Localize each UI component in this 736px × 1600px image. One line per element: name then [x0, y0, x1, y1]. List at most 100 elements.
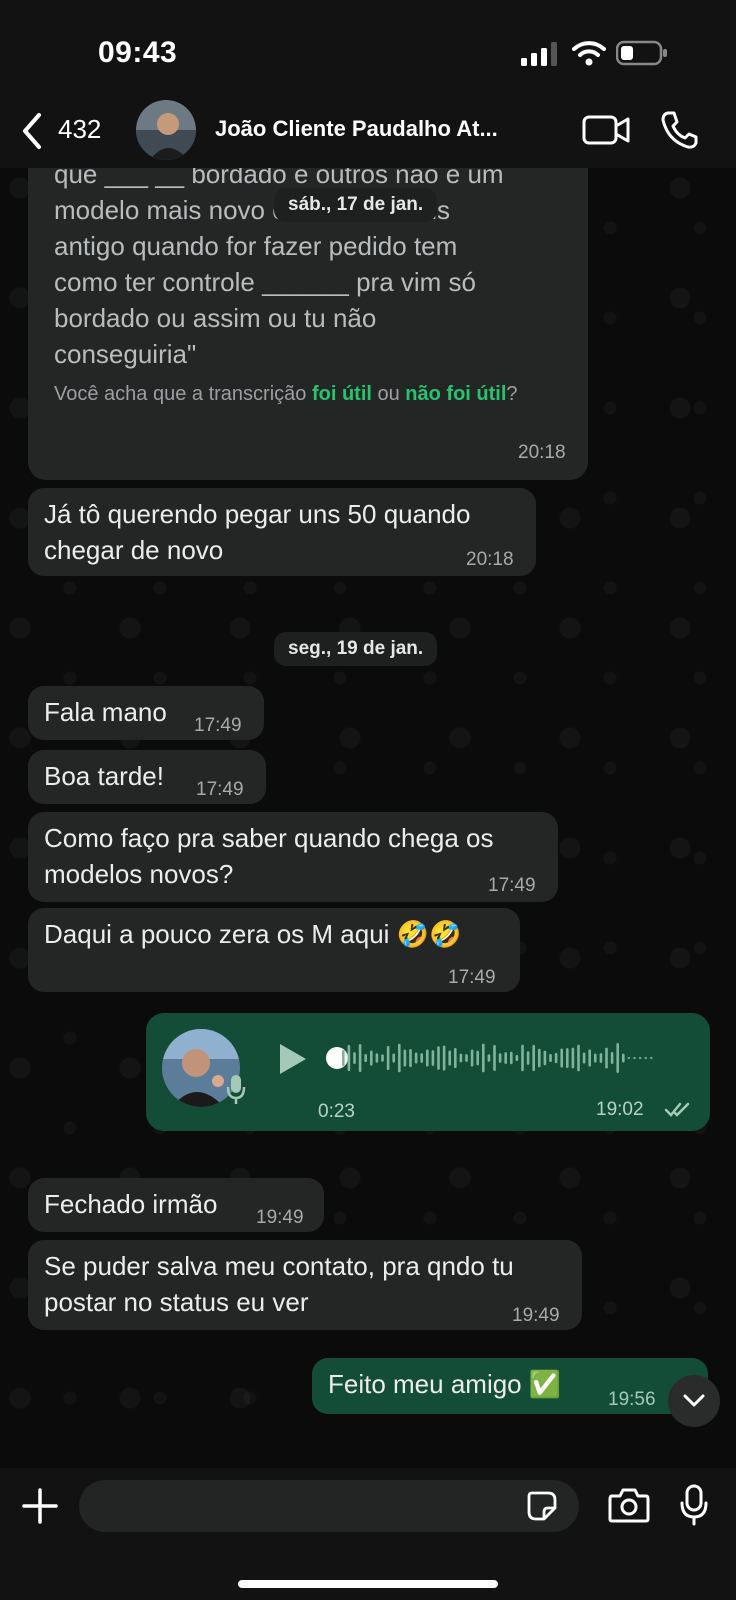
waveform-bar [498, 1053, 502, 1063]
message-bubble[interactable]: Daqui a pouco zera os M aqui 🤣🤣 17:49 [28, 908, 520, 992]
camera-icon[interactable] [608, 1486, 650, 1524]
message-text: Já tô querendo pegar uns 50 quando chega… [44, 499, 471, 565]
waveform-bar [353, 1052, 356, 1064]
message-bubble[interactable]: Feito meu amigo ✅ 19:56 [312, 1358, 708, 1414]
message-bubble[interactable]: Se puder salva meu contato, pra qndo tu … [28, 1240, 582, 1330]
message-bubble[interactable]: Já tô querendo pegar uns 50 quando chega… [28, 488, 536, 576]
waveform-bar [442, 1045, 446, 1071]
waveform-bar [342, 1050, 345, 1066]
waveform-bar [594, 1053, 597, 1063]
waveform-bar [610, 1052, 614, 1064]
message-time: 19:49 [512, 1305, 560, 1326]
feedback-not-useful-link[interactable]: não foi útil [405, 383, 506, 405]
date-chip: seg., 19 de jan. [274, 632, 438, 666]
waveform-bar [448, 1050, 451, 1066]
waveform-bar [622, 1053, 625, 1063]
feedback-useful-link[interactable]: foi útil [312, 383, 372, 405]
waveform-bar [375, 1053, 379, 1063]
waveform-bar [504, 1052, 507, 1064]
plus-icon[interactable] [22, 1488, 58, 1524]
scroll-to-bottom-button[interactable] [668, 1375, 720, 1427]
waveform-bar [482, 1043, 485, 1073]
unread-count[interactable]: 432 [58, 114, 101, 145]
message-time: 19:56 [608, 1389, 656, 1410]
contact-name[interactable]: João Cliente Paudalho At... [215, 116, 535, 142]
phone-icon[interactable] [660, 110, 698, 150]
message-bubble[interactable]: Como faço pra saber quando chega os mode… [28, 812, 558, 902]
home-indicator [238, 1580, 498, 1588]
message-time: 19:49 [256, 1207, 304, 1228]
waveform-bar [386, 1045, 390, 1071]
waveform-bar [515, 1054, 519, 1062]
waveform-bar [431, 1050, 435, 1066]
transcription-feedback: Você acha que a transcrição foi útil ou … [54, 383, 518, 405]
message-bubble[interactable]: Fechado irmão 19:49 [28, 1178, 324, 1232]
cellular-signal-icon [521, 42, 557, 66]
chat-area[interactable]: que ___ __ bordado e outros não é um mod… [0, 168, 736, 1468]
waveform-bar [493, 1045, 496, 1071]
waveform-bar [571, 1047, 575, 1069]
voice-duration: 0:23 [318, 1101, 355, 1122]
waveform-bar [470, 1049, 474, 1067]
message-time: 17:49 [488, 875, 536, 896]
message-bubble[interactable]: Boa tarde! 17:49 [28, 750, 266, 804]
sticker-icon[interactable] [526, 1490, 558, 1522]
double-check-icon [664, 1102, 690, 1117]
message-text: Fechado irmão [44, 1189, 218, 1219]
message-time: 17:49 [196, 779, 244, 800]
waveform-bar [588, 1049, 591, 1067]
message-text: Fala mano [44, 697, 167, 727]
back-chevron-icon[interactable] [20, 112, 44, 150]
waveform-bar [638, 1057, 642, 1059]
waveform-bar [398, 1043, 401, 1073]
waveform-bar [549, 1053, 552, 1063]
chevron-down-icon [683, 1394, 705, 1407]
message-bubble[interactable]: Fala mano 17:49 [28, 686, 264, 740]
waveform-bar [426, 1049, 429, 1067]
waveform-bar [454, 1047, 457, 1069]
message-text: Feito meu amigo ✅ [328, 1369, 562, 1399]
message-text: Boa tarde! [44, 761, 164, 791]
waveform-bar [577, 1044, 580, 1072]
waveform-bar [364, 1053, 367, 1063]
wifi-icon [572, 41, 606, 66]
waveform-bar [420, 1053, 423, 1063]
audio-waveform[interactable] [332, 1033, 672, 1083]
message-input[interactable] [79, 1480, 579, 1532]
status-time: 09:43 [98, 36, 178, 69]
contact-avatar[interactable] [136, 100, 196, 160]
waveform-bar [582, 1052, 586, 1064]
waveform-bar [347, 1044, 351, 1072]
message-time: 17:49 [194, 715, 242, 736]
play-icon[interactable] [276, 1041, 308, 1077]
waveform-bar [459, 1053, 463, 1063]
waveform-bar [644, 1057, 647, 1059]
waveform-bar [616, 1043, 619, 1073]
waveform-bar [526, 1051, 530, 1065]
waveform-bar [370, 1050, 373, 1066]
voice-message-bubble[interactable]: 0:23 19:02 [146, 1013, 710, 1131]
waveform-bar [437, 1046, 440, 1070]
waveform-bar [605, 1047, 608, 1069]
waveform-bar [566, 1048, 569, 1068]
waveform-bar [381, 1054, 384, 1062]
message-time: 19:02 [596, 1099, 644, 1120]
waveform-bar [543, 1050, 547, 1066]
waveform-bar [633, 1057, 636, 1059]
waveform-bar [403, 1049, 407, 1067]
message-time: 20:18 [466, 549, 514, 570]
date-chip: sáb., 17 de jan. [274, 188, 438, 222]
video-call-icon[interactable] [582, 112, 630, 148]
waveform-bar [465, 1054, 468, 1062]
chat-header: 432 João Cliente Paudalho At... [0, 100, 736, 168]
message-time: 20:18 [518, 442, 566, 463]
waveform-bar [538, 1048, 541, 1068]
mic-badge-icon [226, 1075, 246, 1104]
waveform-bar [392, 1053, 395, 1063]
mic-icon[interactable] [680, 1484, 708, 1526]
waveform-bar [532, 1044, 535, 1072]
waveform-bar [487, 1054, 491, 1062]
status-bar: 09:43 [0, 0, 736, 100]
battery-icon [616, 40, 667, 66]
message-text: Como faço pra saber quando chega os mode… [44, 823, 494, 889]
